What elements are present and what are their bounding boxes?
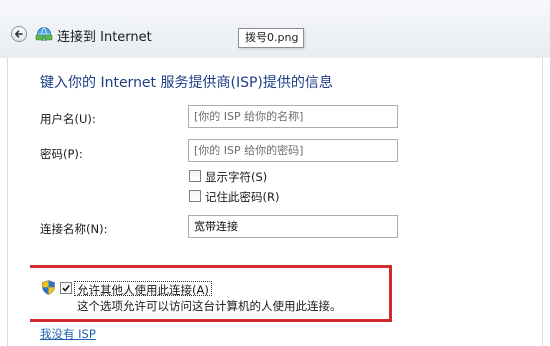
no-isp-link[interactable]: 我没有 ISP — [40, 326, 96, 342]
password-input[interactable]: [你的 ISP 给你的密码] — [188, 139, 398, 162]
connection-name-input[interactable]: 宽带连接 — [188, 215, 398, 238]
show-chars-label[interactable]: 显示字符(S) — [205, 169, 267, 185]
network-connection-icon — [35, 27, 53, 41]
back-button[interactable] — [11, 26, 27, 42]
allow-others-description: 这个选项允许可以访问这台计算机的人使用此连接。 — [77, 299, 342, 313]
page-heading: 键入你的 Internet 服务提供商(ISP)提供的信息 — [40, 75, 333, 91]
window-title: 连接到 Internet — [57, 30, 152, 45]
allow-others-focus[interactable]: 允许其他人使用此连接(A) — [74, 281, 212, 298]
password-label: 密码(P): — [40, 147, 83, 161]
show-chars-checkbox[interactable] — [189, 170, 201, 182]
allow-others-checkbox[interactable] — [60, 282, 72, 294]
back-arrow-icon — [15, 30, 23, 38]
username-label: 用户名(U): — [40, 112, 96, 126]
checkmark-icon — [62, 285, 70, 292]
remember-password-label[interactable]: 记住此密码(R) — [205, 189, 279, 205]
allow-others-label[interactable]: 允许其他人使用此连接(A) — [77, 282, 209, 298]
password-placeholder: [你的 ISP 给你的密码] — [194, 144, 304, 157]
uac-shield-icon — [42, 280, 55, 295]
username-placeholder: [你的 ISP 给你的名称] — [194, 110, 304, 123]
connection-name-value: 宽带连接 — [194, 220, 238, 233]
remember-password-checkbox[interactable] — [189, 190, 201, 202]
connection-name-label: 连接名称(N): — [40, 222, 108, 236]
file-tooltip: 拨号0.png — [238, 28, 304, 48]
username-input[interactable]: [你的 ISP 给你的名称] — [188, 105, 398, 128]
